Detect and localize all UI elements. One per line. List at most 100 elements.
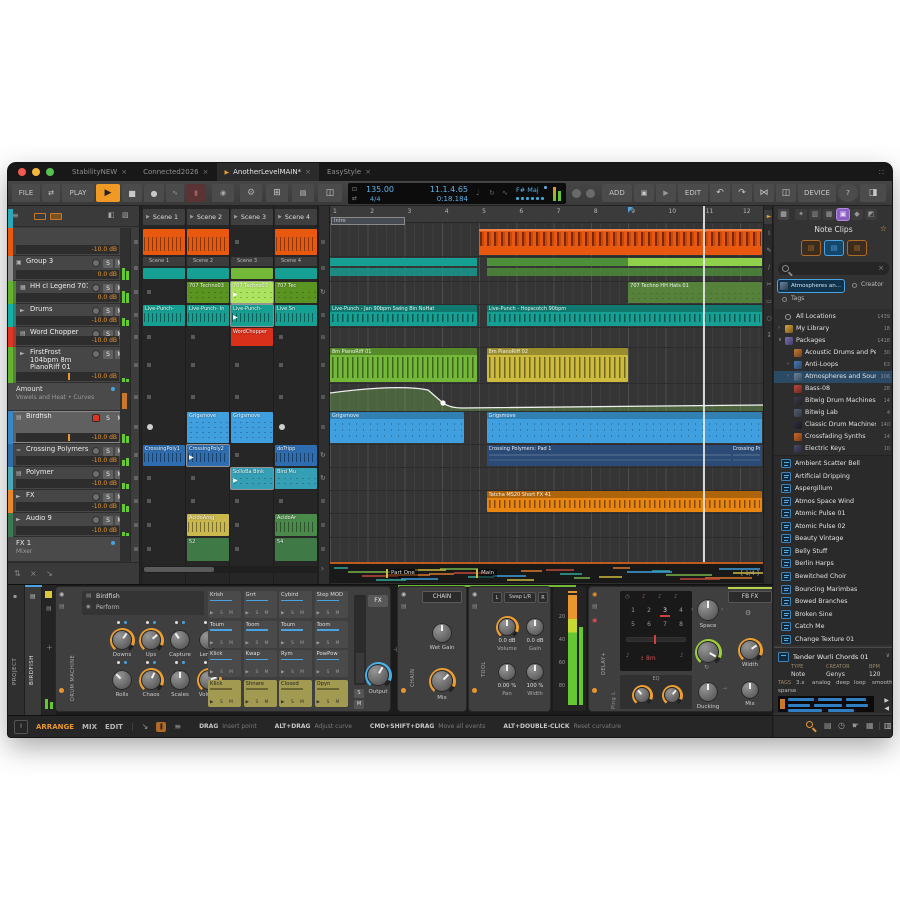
volume-fader[interactable]: -10.0 dB	[16, 316, 119, 325]
volume-fader[interactable]: -10.0 dB	[16, 502, 119, 511]
tool-left-button[interactable]: L	[492, 592, 502, 603]
tree-item-atmospheres-and-soundscapes[interactable]: ›Atmospheres and Soundscapes106	[774, 371, 892, 383]
pad-play-icon[interactable]: ▶	[317, 670, 320, 675]
window-grid-icon[interactable]: ∷	[879, 168, 884, 177]
group-scene-button-scene-4[interactable]: Scene 4	[275, 257, 317, 266]
device-bypass-icon[interactable]: ◉	[592, 617, 597, 624]
tree-chevron-icon[interactable]: ∨	[778, 337, 782, 343]
group-filter-icon[interactable]	[34, 213, 46, 220]
preview-audition-icon[interactable]: ◀	[884, 705, 889, 712]
clip-stop-button[interactable]	[191, 499, 195, 503]
solo-button[interactable]: S	[103, 350, 113, 359]
row-repeat-icon[interactable]: ↻	[320, 451, 326, 459]
pad-play-icon[interactable]: ▶	[210, 700, 213, 705]
save-button[interactable]: ▣	[634, 184, 654, 202]
help-button[interactable]: ?	[838, 184, 858, 202]
row-stop-icon[interactable]	[321, 547, 325, 551]
tree-item-all-locations[interactable]: All Locations1439	[774, 311, 892, 323]
pad-solo-button[interactable]: S	[220, 641, 223, 646]
tree-item-bitwig-drum-machines[interactable]: Bitwig Drum Machines14	[774, 395, 892, 407]
solo-button[interactable]: S	[103, 284, 113, 293]
window-tab-easystyle[interactable]: EasyStyle×	[319, 163, 379, 181]
fill-button[interactable]: ▮	[186, 184, 206, 202]
row-repeat-icon[interactable]: ↻	[320, 288, 326, 296]
track-row-drums[interactable]: ►DrumsSM-10.0 dB	[8, 304, 140, 327]
device-remote-dot[interactable]	[472, 688, 477, 693]
add-device-icon[interactable]: +	[46, 643, 53, 652]
result-item-change-texture-01[interactable]: Change Texture 01	[774, 634, 892, 646]
track-row-fx-1[interactable]: FX 1Mixer	[8, 537, 140, 562]
drum-pad-kwap-9[interactable]: Kwap▶SM	[244, 650, 277, 677]
launcher-clip-live-punch[interactable]: Live-Punch-▶	[231, 305, 273, 326]
row-stop-icon[interactable]	[321, 335, 325, 339]
launcher-clip-grigsmove[interactable]: Grigsmove	[187, 412, 229, 443]
clip-stop-button[interactable]	[147, 499, 151, 503]
result-item-beauty-vintage[interactable]: Beauty Vintage	[774, 533, 892, 545]
launcher-clip-52[interactable]: 52	[187, 538, 229, 561]
launcher-clip-bird-mu[interactable]: Bird Mu	[275, 468, 317, 489]
tree-item-anti-loops[interactable]: ›Anti-Loops63	[774, 359, 892, 371]
mode-button-mix[interactable]: MIX	[82, 723, 97, 731]
undo-button[interactable]: ↶	[710, 184, 730, 202]
solo-button[interactable]: S	[103, 470, 113, 479]
filter-chip-atmospheres[interactable]: Atmospheres an...	[778, 280, 844, 292]
meter-view-icon[interactable]: ▨	[122, 211, 129, 219]
device-button[interactable]: DEVICE	[798, 184, 836, 202]
row-stop-icon[interactable]	[321, 395, 325, 399]
play-menu-button[interactable]: PLAY	[62, 184, 94, 202]
tab-close-icon[interactable]: ×	[365, 168, 371, 176]
drum-pad-toum-4[interactable]: Toum▶SM	[208, 621, 241, 648]
drum-pad-shnare-13[interactable]: Shnare▶SM	[244, 680, 277, 707]
device-remote-dot[interactable]	[592, 688, 597, 693]
chain-title-box[interactable]: CHAIN	[422, 591, 462, 603]
export-play-icon[interactable]: ▶	[656, 184, 676, 202]
quantize-icon[interactable]: ❚	[156, 722, 166, 732]
tag-analog[interactable]: analog	[812, 680, 831, 686]
scene-button-scene-4[interactable]: ▶Scene 4	[275, 209, 317, 225]
arranger[interactable]: 123456789101112Intro707 Techno HH Hats 0…	[330, 206, 763, 562]
window-tab-connected2026[interactable]: Connected2026×	[135, 163, 216, 181]
pad-mute-master[interactable]: M	[354, 700, 364, 709]
clip-stop-button[interactable]	[279, 395, 283, 399]
group-clip-bar[interactable]	[330, 258, 477, 266]
pad-mute-button[interactable]: M	[265, 670, 269, 675]
track-row-word-chopper[interactable]: ▤Word ChopperSM-10.0 dB	[8, 327, 140, 347]
settings-gear-icon[interactable]: ⚙	[240, 184, 262, 202]
delay-step-6[interactable]: 6	[644, 621, 654, 628]
launcher-clip-707-techno03[interactable]: 707 Techno03▶	[231, 282, 273, 303]
result-item-ambient-scatter-bell[interactable]: Ambient Scatter Bell	[774, 458, 892, 470]
volume-fader[interactable]: -10.0 dB	[16, 433, 119, 442]
track-row-crossing-polymers[interactable]: ≈Crossing PolymersSM-10.0 dB	[8, 444, 140, 467]
result-item-bouncing-marimbas[interactable]: Bouncing Marimbas	[774, 584, 892, 596]
panel-toggle-button[interactable]: ◨	[860, 184, 886, 202]
pad-mute-button[interactable]: M	[336, 611, 340, 616]
pad-play-icon[interactable]: ▶	[210, 611, 213, 616]
group-scene-button-scene-1[interactable]: Scene 1	[143, 257, 185, 266]
launcher-clip-clip[interactable]	[143, 268, 185, 279]
playhead[interactable]	[703, 206, 705, 562]
add-button[interactable]: ADD	[602, 184, 632, 202]
device-power-icon[interactable]: ◉	[401, 591, 406, 598]
scene-button-scene-1[interactable]: ▶Scene 1	[143, 209, 185, 225]
volume-fader[interactable]: -10.0 dB	[16, 245, 119, 254]
track-row-firstfrost-104bpm-8m-pianoriff-01[interactable]: ►FirstFrost 104bpm 8m PianoRiff 01SM-10.…	[8, 347, 140, 383]
launcher-clip-dotripp[interactable]: doTripp	[275, 445, 317, 466]
launcher-clip-live-punch-in[interactable]: Live-Punch- In	[187, 305, 229, 326]
pad-solo-button[interactable]: S	[327, 641, 330, 646]
clip-stop-button[interactable]	[235, 499, 239, 503]
pad-solo-button[interactable]: S	[256, 611, 259, 616]
footer-file-icon[interactable]: ▤	[824, 721, 832, 730]
clip-record-dot[interactable]	[279, 424, 285, 430]
device-power-icon[interactable]: ◉	[592, 591, 597, 598]
arranger-clip-live-punch-hopscotch-90bpm[interactable]: Live-Punch - Hopscotch 90bpm	[487, 305, 763, 326]
drum-pad-krish-0[interactable]: Krish▶SM	[208, 591, 241, 618]
track-row-fx[interactable]: ►FXSM-10.0 dB	[8, 490, 140, 513]
arm-button[interactable]	[92, 516, 100, 524]
redo-button[interactable]: ↷	[732, 184, 752, 202]
clip-stop-button[interactable]	[235, 453, 239, 457]
result-item-atomic-pulse-02[interactable]: Atomic Pulse 02	[774, 521, 892, 533]
pad-mute-button[interactable]: M	[336, 641, 340, 646]
fb-fx-gear-icon[interactable]: ⚙	[745, 609, 751, 617]
solo-button[interactable]: S	[103, 259, 113, 268]
clip-stop-button[interactable]	[235, 547, 239, 551]
